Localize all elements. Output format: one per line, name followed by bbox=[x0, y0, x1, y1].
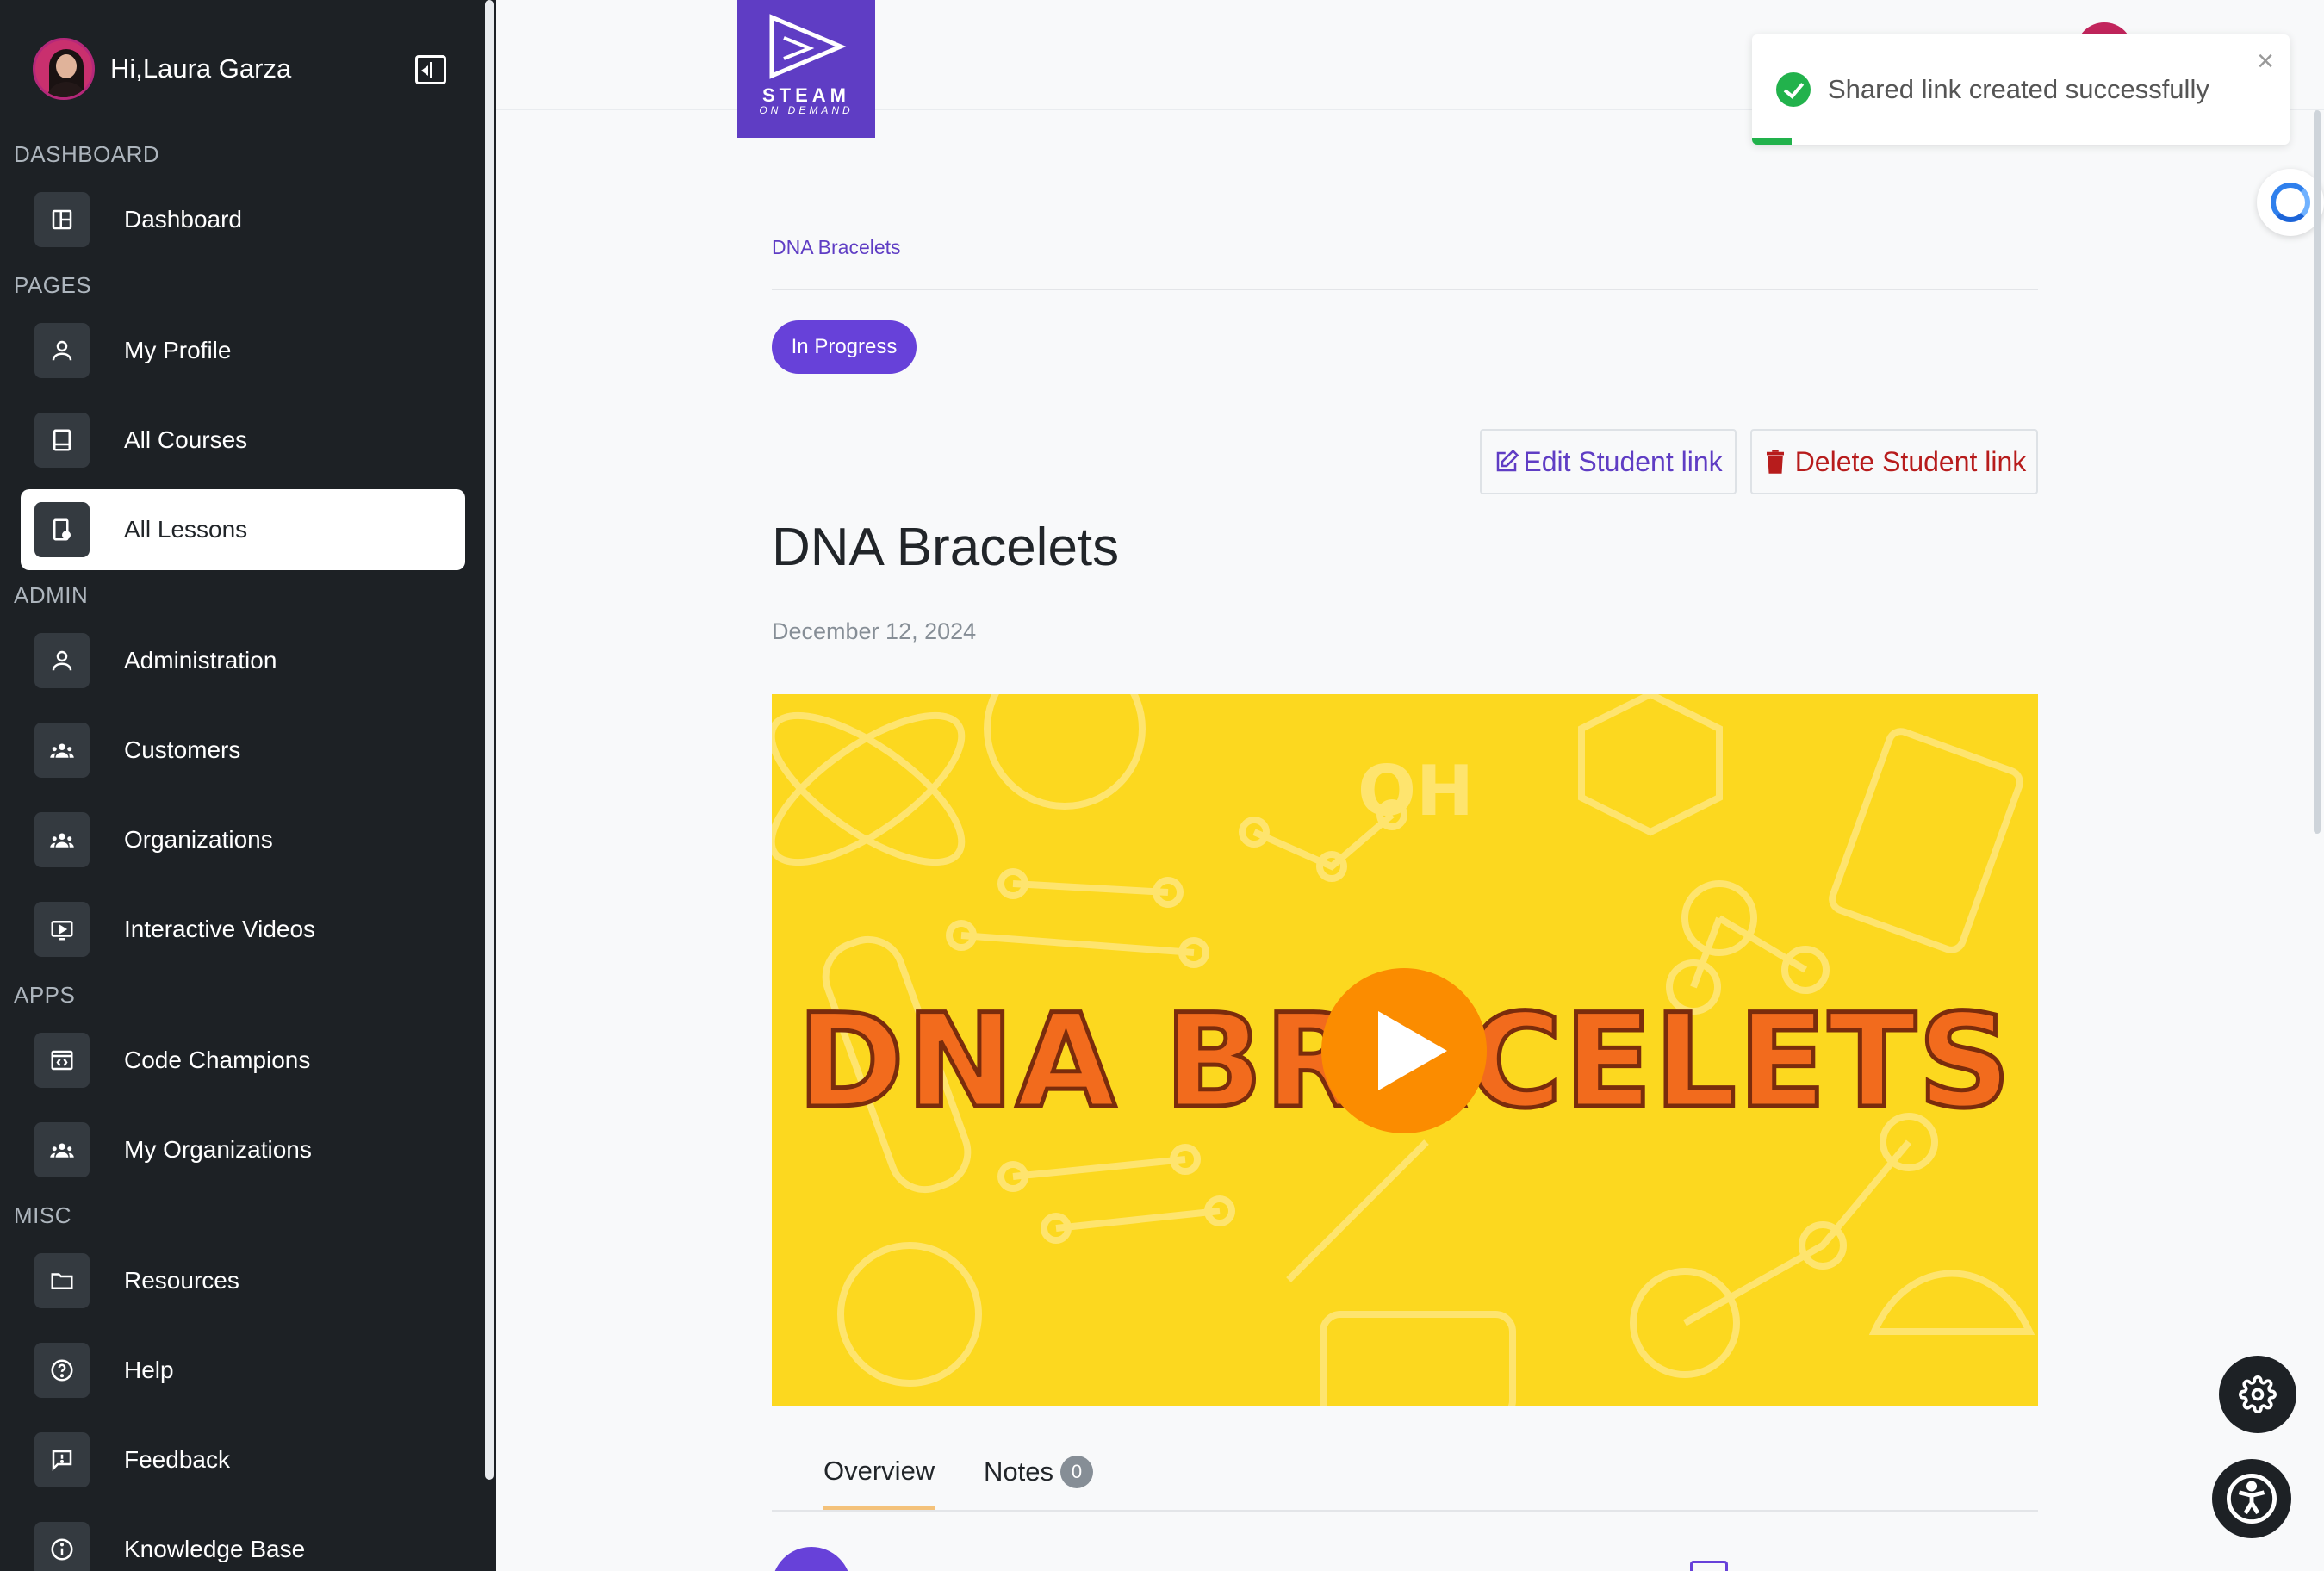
users-icon bbox=[34, 812, 90, 867]
toast-message: Shared link created successfully bbox=[1828, 74, 2209, 104]
toast-notification: Shared link created successfully × bbox=[1752, 34, 2290, 145]
play-logo-icon bbox=[769, 14, 847, 79]
tab-overview[interactable]: Overview bbox=[823, 1456, 935, 1487]
svg-text:OH: OH bbox=[1358, 751, 1474, 831]
section-dashboard: DASHBOARD bbox=[14, 141, 160, 167]
section-misc: MISC bbox=[14, 1202, 71, 1228]
sidebar-item-my-organizations[interactable]: My Organizations bbox=[21, 1109, 465, 1190]
user-icon bbox=[34, 633, 90, 688]
notes-count-badge: 0 bbox=[1059, 1456, 1093, 1488]
code-icon bbox=[34, 1033, 90, 1088]
feedback-icon bbox=[34, 1432, 90, 1487]
delete-button-label: Delete Student link bbox=[1794, 445, 2027, 477]
settings-button[interactable] bbox=[2219, 1356, 2296, 1433]
sidebar-item-all-lessons[interactable]: All Lessons bbox=[21, 489, 465, 570]
sidebar-item-label: Resources bbox=[124, 1267, 239, 1294]
avatar[interactable] bbox=[33, 38, 95, 100]
status-badge: In Progress bbox=[772, 320, 917, 374]
section-pages: PAGES bbox=[14, 272, 92, 298]
lesson-date: December 12, 2024 bbox=[772, 618, 977, 644]
tab-notes-label: Notes bbox=[984, 1456, 1053, 1487]
accessibility-icon bbox=[2227, 1474, 2277, 1524]
sidebar-item-label: Interactive Videos bbox=[124, 916, 316, 942]
toast-progress bbox=[1752, 138, 1792, 145]
check-icon bbox=[1776, 72, 1811, 107]
sidebar-item-label: Knowledge Base bbox=[124, 1536, 306, 1562]
swirl-icon bbox=[2271, 183, 2310, 222]
sidebar-item-label: Code Champions bbox=[124, 1046, 311, 1073]
sidebar-item-dashboard[interactable]: Dashboard bbox=[21, 179, 465, 260]
divider bbox=[772, 289, 2038, 290]
edit-button-label: Edit Student link bbox=[1523, 445, 1723, 477]
sidebar-item-resources[interactable]: Resources bbox=[21, 1240, 465, 1321]
sidebar-item-label: Feedback bbox=[124, 1446, 230, 1473]
user-greeting: Hi,Laura Garza bbox=[110, 53, 292, 84]
breadcrumb[interactable]: DNA Bracelets bbox=[772, 236, 901, 259]
sidebar-item-label: All Lessons bbox=[124, 516, 248, 543]
video-player[interactable]: OH DNA BRACELETS bbox=[772, 694, 2038, 1406]
edit-student-link-button[interactable]: Edit Student link bbox=[1480, 429, 1737, 494]
logo-subtext: ON DEMAND bbox=[759, 104, 854, 116]
delete-student-link-button[interactable]: Delete Student link bbox=[1750, 429, 2038, 494]
sidebar-item-customers[interactable]: Customers bbox=[21, 710, 465, 791]
user-profile[interactable]: Hi,Laura Garza bbox=[33, 38, 446, 100]
help-icon bbox=[34, 1343, 90, 1398]
user-icon bbox=[34, 323, 90, 378]
author-avatar bbox=[772, 1547, 851, 1571]
logo[interactable]: STEAM ON DEMAND bbox=[737, 0, 875, 138]
calendar-icon bbox=[1690, 1561, 1728, 1571]
sidebar-item-knowledge-base[interactable]: Knowledge Base bbox=[21, 1509, 465, 1571]
tabs-divider bbox=[772, 1510, 2038, 1512]
sidebar-item-label: My Organizations bbox=[124, 1136, 312, 1163]
users-icon bbox=[34, 723, 90, 778]
sidebar-item-administration[interactable]: Administration bbox=[21, 620, 465, 701]
play-button[interactable] bbox=[1321, 968, 1487, 1133]
sidebar-scrollbar[interactable] bbox=[485, 0, 494, 1480]
section-apps: APPS bbox=[14, 982, 76, 1008]
section-admin: ADMIN bbox=[14, 582, 89, 608]
video-icon bbox=[34, 902, 90, 957]
layout-icon bbox=[34, 192, 90, 247]
close-icon[interactable]: × bbox=[2257, 47, 2274, 76]
info-icon bbox=[34, 1522, 90, 1571]
page-title: DNA Bracelets bbox=[772, 518, 1120, 577]
gear-icon bbox=[2239, 1375, 2277, 1413]
sidebar-item-label: Dashboard bbox=[124, 206, 242, 233]
sidebar-item-interactive-videos[interactable]: Interactive Videos bbox=[21, 889, 465, 970]
book-icon bbox=[34, 413, 90, 468]
users-icon bbox=[34, 1122, 90, 1177]
sidebar-item-label: All Courses bbox=[124, 426, 248, 453]
sidebar-item-organizations[interactable]: Organizations bbox=[21, 799, 465, 880]
tab-notes[interactable]: Notes 0 bbox=[984, 1456, 1093, 1488]
sidebar-item-label: My Profile bbox=[124, 337, 232, 363]
folder-icon bbox=[34, 1253, 90, 1308]
sidebar-item-label: Administration bbox=[124, 647, 277, 674]
sidebar-item-feedback[interactable]: Feedback bbox=[21, 1419, 465, 1500]
sidebar: Hi,Laura Garza DASHBOARD Dashboard PAGES… bbox=[0, 0, 496, 1571]
sidebar-item-label: Help bbox=[124, 1357, 174, 1383]
sidebar-item-my-profile[interactable]: My Profile bbox=[21, 310, 465, 391]
sidebar-item-help[interactable]: Help bbox=[21, 1330, 465, 1411]
sidebar-item-code-champions[interactable]: Code Champions bbox=[21, 1020, 465, 1101]
lesson-icon bbox=[34, 502, 90, 557]
edit-icon bbox=[1497, 449, 1519, 472]
sidebar-item-label: Organizations bbox=[124, 826, 273, 853]
sidebar-collapse-icon[interactable] bbox=[415, 55, 446, 84]
sidebar-item-all-courses[interactable]: All Courses bbox=[21, 400, 465, 481]
trash-icon bbox=[1766, 450, 1784, 474]
sidebar-item-label: Customers bbox=[124, 736, 241, 763]
page-scrollbar[interactable] bbox=[2314, 110, 2321, 834]
accessibility-button[interactable] bbox=[2212, 1459, 2291, 1538]
